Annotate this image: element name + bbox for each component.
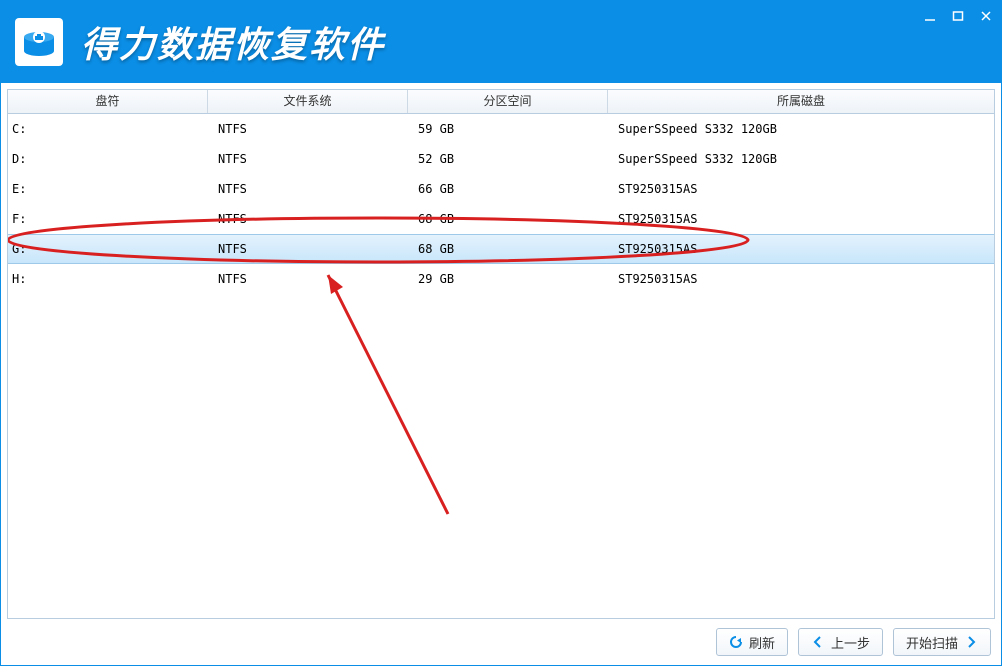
footer: 刷新 上一步 开始扫描	[1, 619, 1001, 665]
header-size[interactable]: 分区空间	[408, 90, 608, 113]
prev-label: 上一步	[831, 633, 870, 652]
cell-size: 59 GB	[408, 114, 608, 144]
cell-disk: ST9250315AS	[608, 235, 994, 263]
cell-disk: SuperSSpeed S332 120GB	[608, 144, 994, 174]
scan-button[interactable]: 开始扫描	[893, 628, 991, 656]
minimize-button[interactable]	[921, 7, 939, 25]
cell-disk: ST9250315AS	[608, 174, 994, 204]
cell-drive: D:	[8, 144, 208, 174]
table-row[interactable]: D:NTFS52 GBSuperSSpeed S332 120GB	[8, 144, 994, 174]
main-content: 盘符 文件系统 分区空间 所属磁盘 C:NTFS59 GBSuperSSpeed…	[1, 83, 1001, 619]
refresh-label: 刷新	[749, 633, 775, 652]
maximize-button[interactable]	[949, 7, 967, 25]
cell-disk: ST9250315AS	[608, 264, 994, 294]
app-logo	[15, 18, 63, 66]
close-button[interactable]	[977, 7, 995, 25]
scan-label: 开始扫描	[906, 633, 958, 652]
table-row[interactable]: F:NTFS68 GBST9250315AS	[8, 204, 994, 234]
cell-drive: F:	[8, 204, 208, 234]
cell-filesystem: NTFS	[208, 114, 408, 144]
cell-filesystem: NTFS	[208, 235, 408, 263]
cell-drive: H:	[8, 264, 208, 294]
cell-size: 66 GB	[408, 174, 608, 204]
cell-drive: G:	[8, 235, 208, 263]
header-disk[interactable]: 所属磁盘	[608, 90, 994, 113]
header-drive[interactable]: 盘符	[8, 90, 208, 113]
table-header: 盘符 文件系统 分区空间 所属磁盘	[8, 90, 994, 114]
chevron-right-icon	[964, 635, 978, 649]
cell-size: 52 GB	[408, 144, 608, 174]
cell-drive: E:	[8, 174, 208, 204]
cell-size: 68 GB	[408, 235, 608, 263]
refresh-icon	[729, 635, 743, 649]
cell-filesystem: NTFS	[208, 264, 408, 294]
cell-size: 29 GB	[408, 264, 608, 294]
cell-size: 68 GB	[408, 204, 608, 234]
table-row[interactable]: G:NTFS68 GBST9250315AS	[8, 234, 994, 264]
cell-disk: ST9250315AS	[608, 204, 994, 234]
title-bar: 得力数据恢复软件	[1, 1, 1001, 83]
table-row[interactable]: C:NTFS59 GBSuperSSpeed S332 120GB	[8, 114, 994, 144]
cell-disk: SuperSSpeed S332 120GB	[608, 114, 994, 144]
refresh-button[interactable]: 刷新	[716, 628, 788, 656]
app-title: 得力数据恢复软件	[81, 16, 385, 68]
chevron-left-icon	[811, 635, 825, 649]
table-row[interactable]: E:NTFS66 GBST9250315AS	[8, 174, 994, 204]
header-filesystem[interactable]: 文件系统	[208, 90, 408, 113]
cell-filesystem: NTFS	[208, 174, 408, 204]
cell-filesystem: NTFS	[208, 204, 408, 234]
partition-table: 盘符 文件系统 分区空间 所属磁盘 C:NTFS59 GBSuperSSpeed…	[7, 89, 995, 619]
cell-filesystem: NTFS	[208, 144, 408, 174]
prev-button[interactable]: 上一步	[798, 628, 883, 656]
table-row[interactable]: H:NTFS29 GBST9250315AS	[8, 264, 994, 294]
table-body: C:NTFS59 GBSuperSSpeed S332 120GBD:NTFS5…	[8, 114, 994, 294]
cell-drive: C:	[8, 114, 208, 144]
window-controls	[921, 7, 995, 25]
